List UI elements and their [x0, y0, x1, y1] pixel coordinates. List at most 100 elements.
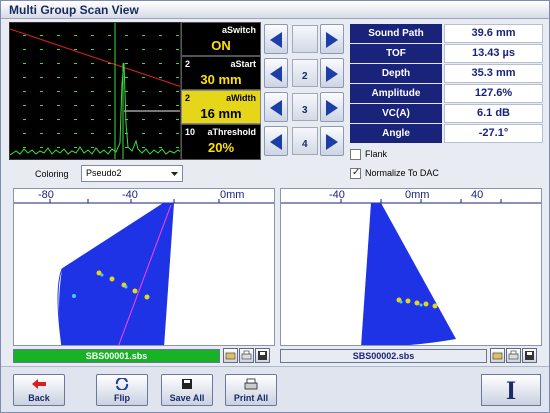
- grid-mark: [57, 91, 60, 92]
- a-scan-graph: [10, 23, 180, 159]
- param-value: 20%: [207, 140, 235, 155]
- increase-button[interactable]: [320, 92, 344, 122]
- back-button[interactable]: Back: [13, 374, 65, 406]
- save-button[interactable]: [255, 348, 270, 363]
- print-button[interactable]: [506, 348, 521, 363]
- grid-mark: [142, 105, 145, 106]
- save-all-button[interactable]: Save All: [161, 374, 213, 406]
- decrease-button[interactable]: [264, 92, 288, 122]
- grid-mark: [91, 119, 94, 120]
- arrow-right-icon: [326, 66, 338, 82]
- open-button[interactable]: [223, 348, 238, 363]
- print-all-button[interactable]: Print All: [225, 374, 277, 406]
- grid-mark: [57, 133, 60, 134]
- checkbox-label: Normalize To DAC: [365, 168, 439, 178]
- param-astart[interactable]: 2 aStart 30 mm: [181, 56, 261, 90]
- grid-mark: [91, 77, 94, 78]
- measurement-label: Angle: [350, 124, 442, 143]
- grid-mark: [40, 77, 43, 78]
- measurement-label: TOF: [350, 44, 442, 63]
- param-athreshold[interactable]: 10 aThreshold 20%: [181, 124, 261, 160]
- print-all-label: Print All: [233, 393, 269, 403]
- param-adjust-row: 3: [262, 90, 346, 124]
- increase-button[interactable]: [320, 24, 344, 54]
- print-button[interactable]: [239, 348, 254, 363]
- grid-mark: [159, 105, 162, 106]
- grid-mark: [159, 133, 162, 134]
- increase-button[interactable]: [320, 58, 344, 88]
- grid-mark: [125, 77, 128, 78]
- flip-button[interactable]: Flip: [96, 374, 148, 406]
- grid-mark: [91, 147, 94, 148]
- grid-mark: [40, 63, 43, 64]
- info-icon: I: [505, 376, 517, 405]
- checkbox-label: Flank: [365, 149, 388, 159]
- grid-mark: [159, 49, 162, 50]
- grid-mark: [159, 77, 162, 78]
- grid-mark: [176, 49, 179, 50]
- measurement-label: Sound Path: [350, 24, 442, 43]
- save-all-label: Save All: [169, 393, 205, 403]
- grid-mark: [57, 49, 60, 50]
- grid-mark: [159, 147, 162, 148]
- save-icon: [525, 351, 534, 360]
- grid-mark: [176, 35, 179, 36]
- grid-mark: [74, 77, 77, 78]
- grid-mark: [40, 105, 43, 106]
- param-group-number: 2: [185, 93, 191, 103]
- arrow-right-icon: [326, 100, 338, 116]
- decrease-button[interactable]: [264, 24, 288, 54]
- grid-mark: [40, 35, 43, 36]
- grid-mark: [176, 63, 179, 64]
- grid-mark: [40, 49, 43, 50]
- decrease-button[interactable]: [264, 58, 288, 88]
- measurement-value: 39.6 mm: [444, 24, 543, 43]
- group-icon: 4: [292, 127, 318, 155]
- measurement-value: 127.6%: [444, 84, 543, 103]
- group-number: 3: [302, 105, 308, 116]
- printer-icon: [241, 350, 252, 360]
- coloring-label: Coloring: [35, 169, 69, 179]
- info-button[interactable]: I: [481, 374, 541, 406]
- measurement-label: Amplitude: [350, 84, 442, 103]
- file-name: SBS00002.sbs: [352, 351, 415, 361]
- group-number: 4: [302, 139, 308, 150]
- grid-mark: [142, 49, 145, 50]
- arrow-left-icon: [270, 100, 282, 116]
- grid-mark: [74, 133, 77, 134]
- decrease-button[interactable]: [264, 126, 288, 156]
- grid-mark: [23, 133, 26, 134]
- open-button[interactable]: [490, 348, 505, 363]
- grid-mark: [108, 147, 111, 148]
- param-aswitch[interactable]: aSwitch ON: [181, 22, 261, 56]
- grid-mark: [176, 133, 179, 134]
- gate-parameter-panel: aSwitch ON 2 aStart 30 mm 2 aWidth 16 mm…: [181, 22, 261, 160]
- grid-mark: [23, 35, 26, 36]
- grid-mark: [176, 91, 179, 92]
- sector-scan-view-1[interactable]: -80 -40 0mm: [13, 188, 275, 346]
- grid-mark: [108, 77, 111, 78]
- grid-mark: [57, 35, 60, 36]
- param-value: 16 mm: [200, 106, 242, 121]
- coloring-select[interactable]: Pseudo2: [81, 165, 183, 182]
- grid-mark: [125, 35, 128, 36]
- increase-button[interactable]: [320, 126, 344, 156]
- grid-mark: [125, 49, 128, 50]
- grid-mark: [23, 49, 26, 50]
- param-value: ON: [211, 38, 231, 53]
- measurement-row: Depth 35.3 mm: [350, 64, 543, 84]
- param-awidth[interactable]: 2 aWidth 16 mm: [181, 90, 261, 124]
- save-button[interactable]: [522, 348, 537, 363]
- grid-mark: [159, 91, 162, 92]
- flip-icon: [97, 376, 147, 393]
- param-adjust-buttons: 2 3 4: [262, 22, 346, 160]
- folder-icon: [492, 352, 503, 360]
- param-label: aStart: [230, 59, 256, 69]
- grid-mark: [74, 147, 77, 148]
- grid-mark: [74, 91, 77, 92]
- sector-scan-image: [14, 199, 274, 345]
- save-icon: [258, 351, 267, 360]
- grid-mark: [57, 119, 60, 120]
- sector-scan-view-2[interactable]: -40 0mm 40: [280, 188, 542, 346]
- grid-mark: [125, 63, 128, 64]
